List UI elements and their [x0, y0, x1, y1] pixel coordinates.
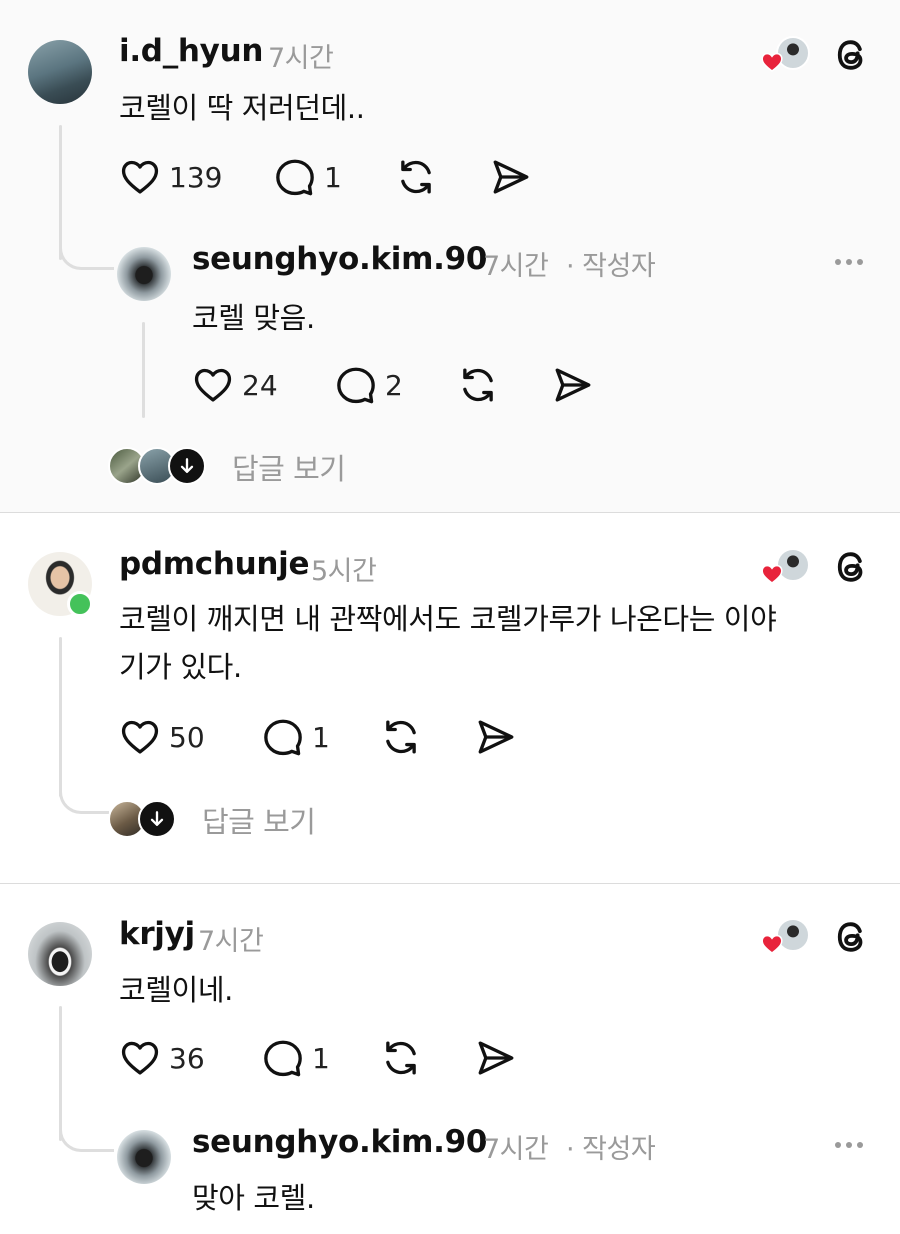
thread-line-curve	[59, 228, 114, 270]
heart-badge-icon	[761, 934, 783, 954]
like-button[interactable]: 36	[119, 1036, 205, 1080]
reply-button[interactable]: 1	[262, 715, 330, 759]
heart-badge-icon	[761, 52, 783, 72]
send-icon	[490, 156, 532, 198]
comment-text-line-1: 코렐이 깨지면 내 관짝에서도 코렐가루가 나온다는 이야	[119, 602, 777, 636]
share-button[interactable]	[490, 155, 532, 199]
heart-icon	[119, 1037, 161, 1079]
reply-count: 1	[312, 1041, 330, 1075]
comment-text: 코렐이 딱 저러던데..	[119, 91, 365, 125]
speech-bubble-icon	[262, 1037, 304, 1079]
reply-avatar[interactable]	[117, 1130, 171, 1184]
liked-by-author-badge	[760, 36, 812, 74]
repost-button[interactable]	[395, 155, 437, 199]
like-count: 50	[169, 720, 205, 754]
timestamp: 7시간	[198, 926, 264, 957]
arrow-down-icon	[168, 447, 206, 485]
view-replies-button[interactable]: 답글 보기	[108, 446, 346, 488]
online-status-dot	[67, 591, 93, 617]
view-replies-label: 답글 보기	[232, 452, 346, 486]
heart-icon	[192, 364, 234, 406]
threads-logo-icon[interactable]	[832, 918, 870, 956]
view-replies-label: 답글 보기	[202, 805, 316, 839]
threads-logo-icon[interactable]	[832, 36, 870, 74]
repost-button[interactable]	[380, 1036, 422, 1080]
heart-icon	[119, 156, 161, 198]
arrow-down-icon	[138, 800, 176, 838]
like-count: 24	[242, 368, 278, 402]
replier-avatars	[108, 447, 208, 487]
reply-timestamp: 7시간	[483, 251, 549, 282]
repost-icon	[380, 716, 422, 758]
like-button[interactable]: 50	[119, 715, 205, 759]
like-count: 36	[169, 1041, 205, 1075]
author-tag: · 작성자	[566, 251, 656, 282]
speech-bubble-icon	[262, 716, 304, 758]
reply-thread-line	[142, 322, 145, 418]
view-replies-button[interactable]: 답글 보기	[108, 799, 316, 841]
share-button[interactable]	[475, 1036, 517, 1080]
like-button[interactable]: 24	[192, 363, 278, 407]
reply-text: 코렐 맞음.	[192, 301, 315, 335]
repost-icon	[380, 1037, 422, 1079]
author-tag: · 작성자	[566, 1134, 656, 1165]
reply-timestamp: 7시간	[483, 1134, 549, 1165]
liked-by-author-badge	[760, 548, 812, 586]
repost-button[interactable]	[380, 715, 422, 759]
divider	[0, 883, 900, 884]
repost-button[interactable]	[457, 363, 499, 407]
timestamp: 5시간	[311, 556, 377, 587]
timestamp: 7시간	[268, 43, 334, 74]
reply-count: 2	[385, 368, 403, 402]
threads-logo-icon[interactable]	[832, 548, 870, 586]
heart-icon	[119, 716, 161, 758]
more-dots-icon[interactable]	[835, 1142, 863, 1148]
reply-username[interactable]: seunghyo.kim.90	[192, 1124, 487, 1160]
reply-button[interactable]: 1	[274, 155, 342, 199]
share-button[interactable]	[475, 715, 517, 759]
reply-text: 맞아 코렐.	[192, 1181, 315, 1215]
share-button[interactable]	[552, 363, 594, 407]
send-icon	[475, 716, 517, 758]
like-button[interactable]: 139	[119, 155, 222, 199]
send-icon	[552, 364, 594, 406]
reply-button[interactable]: 1	[262, 1036, 330, 1080]
divider	[0, 512, 900, 513]
reply-button[interactable]: 2	[335, 363, 403, 407]
more-dots-icon[interactable]	[835, 259, 863, 265]
repost-icon	[395, 156, 437, 198]
avatar[interactable]	[28, 40, 92, 104]
username[interactable]: krjyj	[119, 916, 195, 952]
username[interactable]: i.d_hyun	[119, 33, 263, 69]
username[interactable]: pdmchunje	[119, 546, 310, 582]
reply-count: 1	[312, 720, 330, 754]
replier-avatars	[108, 800, 178, 840]
reply-avatar[interactable]	[117, 247, 171, 301]
comment-text: 코렐이네.	[119, 973, 233, 1007]
avatar[interactable]	[28, 922, 92, 986]
send-icon	[475, 1037, 517, 1079]
reply-count: 1	[324, 160, 342, 194]
reply-username[interactable]: seunghyo.kim.90	[192, 241, 487, 277]
repost-icon	[457, 364, 499, 406]
speech-bubble-icon	[335, 364, 377, 406]
like-count: 139	[169, 160, 223, 194]
heart-badge-icon	[761, 564, 783, 584]
comment-text-line-2: 기가 있다.	[119, 650, 242, 684]
speech-bubble-icon	[274, 156, 316, 198]
thread-line-curve	[59, 772, 109, 814]
thread-line-curve	[59, 1110, 114, 1152]
liked-by-author-badge	[760, 918, 812, 956]
